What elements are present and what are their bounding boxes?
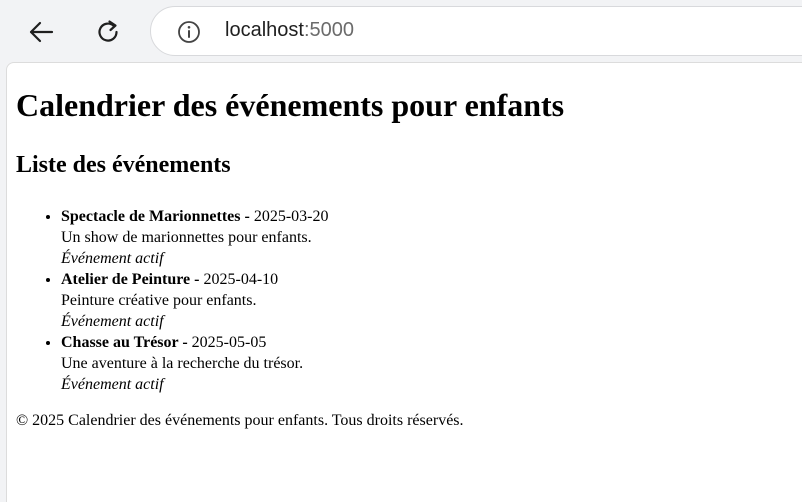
event-date: 2025-03-20 bbox=[249, 208, 329, 225]
event-status: Événement actif bbox=[61, 376, 164, 393]
event-name: Chasse au Trésor - bbox=[61, 334, 188, 351]
back-arrow-icon bbox=[29, 21, 54, 43]
url-host: localhost bbox=[225, 19, 304, 41]
reload-icon bbox=[98, 20, 118, 42]
events-heading: Liste des événements bbox=[16, 152, 231, 178]
event-date: 2025-05-05 bbox=[187, 334, 267, 351]
event-status: Événement actif bbox=[61, 250, 164, 267]
reload-button[interactable] bbox=[88, 12, 128, 52]
list-item: Spectacle de Marionnettes - 2025-03-20 U… bbox=[61, 206, 329, 269]
event-name: Spectacle de Marionnettes - bbox=[61, 208, 250, 225]
event-date: 2025-04-10 bbox=[199, 271, 279, 288]
event-description: Une aventure à la recherche du trésor. bbox=[61, 355, 304, 372]
url-text[interactable]: localhost:5000 bbox=[225, 19, 354, 42]
footer-copyright: © 2025 Calendrier des événements pour en… bbox=[16, 412, 464, 429]
event-description: Un show de marionnettes pour enfants. bbox=[61, 229, 312, 246]
list-item: Chasse au Trésor - 2025-05-05 Une aventu… bbox=[61, 332, 329, 395]
event-list: Spectacle de Marionnettes - 2025-03-20 U… bbox=[16, 206, 329, 395]
info-icon[interactable] bbox=[177, 20, 201, 44]
page-viewport: Calendrier des événements pour enfants L… bbox=[6, 62, 802, 502]
browser-toolbar: localhost:5000 bbox=[0, 0, 802, 62]
list-item: Atelier de Peinture - 2025-04-10 Peintur… bbox=[61, 269, 329, 332]
page-title: Calendrier des événements pour enfants bbox=[16, 87, 565, 123]
event-description: Peinture créative pour enfants. bbox=[61, 292, 257, 309]
address-bar[interactable]: localhost:5000 bbox=[150, 6, 802, 56]
event-name: Atelier de Peinture - bbox=[61, 271, 200, 288]
event-status: Événement actif bbox=[61, 313, 164, 330]
url-port: :5000 bbox=[303, 19, 354, 41]
back-button[interactable] bbox=[21, 12, 61, 52]
